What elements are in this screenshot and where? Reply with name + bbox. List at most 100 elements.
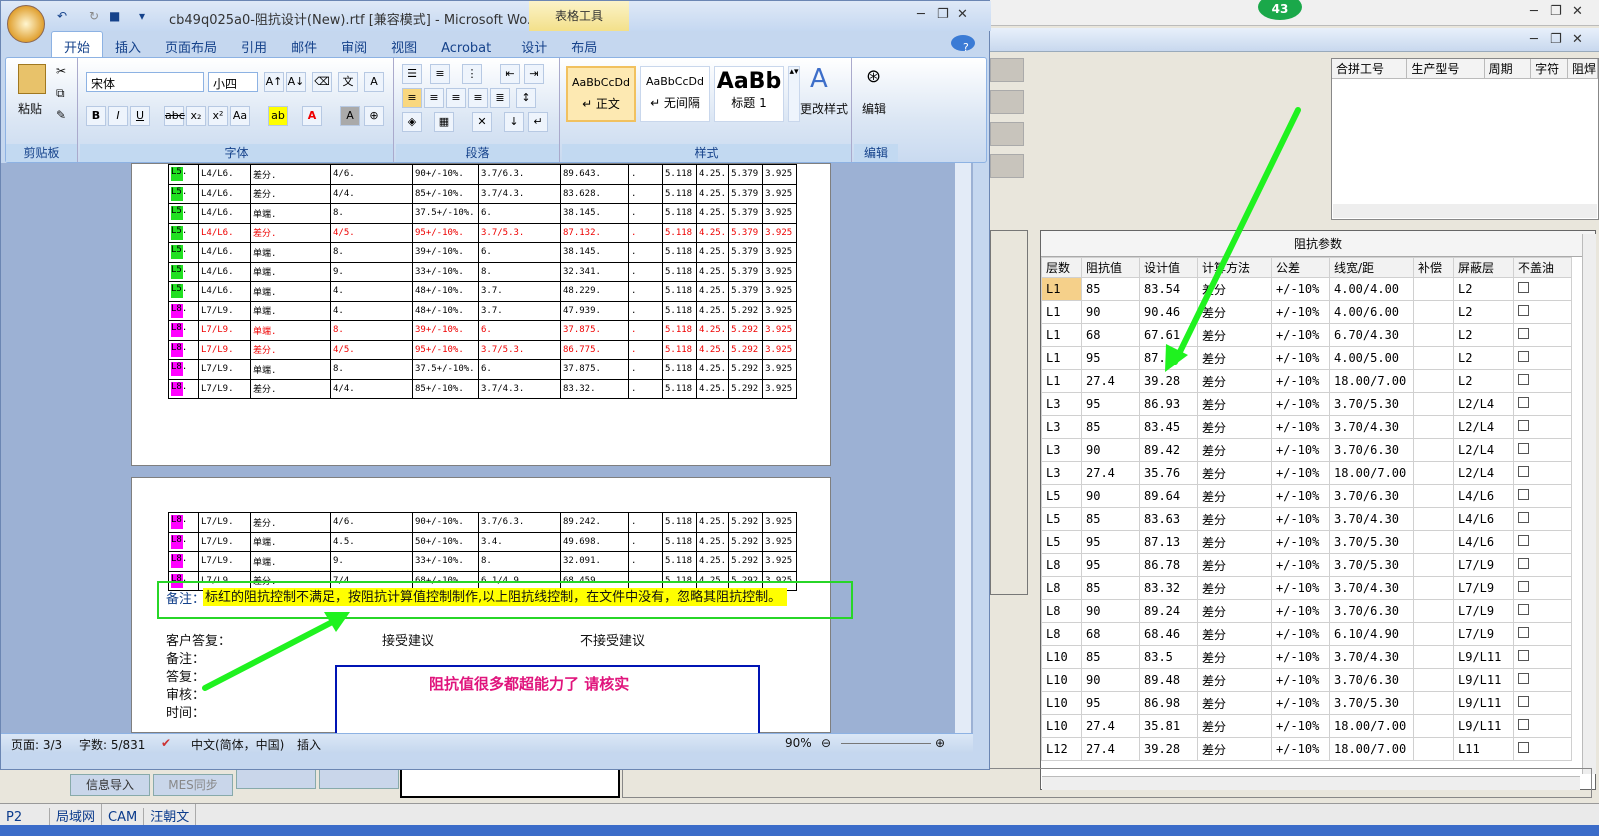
style-no-spacing[interactable]: AaBbCcDd ↵ 无间隔 [640,66,710,122]
table-cell[interactable]: 4.25. [695,203,730,224]
save-icon[interactable]: ■ [109,9,120,23]
table-cell[interactable]: 4.00/4.00 [1329,277,1414,301]
help-icon[interactable]: ? [951,35,975,54]
table-cell[interactable]: 4.25. [695,300,730,321]
table-cell[interactable]: 8. [478,551,561,572]
table-cell[interactable]: 8. [478,261,561,282]
table-cell[interactable]: L2 [1453,277,1514,301]
table-cell[interactable]: 3.7/5.3. [478,222,561,243]
borders-icon[interactable]: ▦ [434,112,454,132]
table-cell[interactable]: 83.63 [1139,507,1198,531]
table-cell[interactable]: L10 [1041,645,1082,669]
table-row[interactable]: L5. L4/L6. 差分. 4/5. 95+/-10%. 3.7/5.3. 87.132.… [168,222,798,243]
table-cell[interactable]: +/-10% [1271,438,1330,462]
word-count[interactable]: 字数: 5/831 [79,736,145,753]
justify-icon[interactable]: ≡ [468,88,488,108]
table-row[interactable]: L5. L4/L6. 单端. 8. 39+/-10%. 6. 38.145.. 5.118 4.… [168,242,798,263]
layer-cell[interactable]: L8. [168,300,199,321]
strikethrough-icon[interactable]: abc [164,106,185,126]
table-cell[interactable]: 3.925 [762,203,798,224]
table-cell[interactable]: 3.925 [762,261,798,282]
table-cell[interactable]: L7/L9. [198,378,251,399]
table-cell[interactable]: 单端. [250,359,331,380]
table-cell[interactable]: . [628,281,663,302]
table-cell[interactable]: 4/4. [330,378,413,399]
table-cell[interactable]: 差分. [250,378,331,399]
table-cell[interactable]: L2/L4 [1453,438,1514,462]
table-cell[interactable]: 单端. [250,242,331,263]
table-row[interactable]: L1 27.4 39.28 差分 +/-10% 18.00/7.00 L2 [1041,369,1572,393]
no-solder-mask-checkbox[interactable] [1518,627,1529,638]
table-cell[interactable]: +/-10% [1271,461,1330,485]
table-cell[interactable]: 35.76 [1139,461,1198,485]
table-cell[interactable]: 3.7. [478,281,561,302]
table-row[interactable]: L5. L4/L6. 单端. 8. 37.5+/-10%. 6. 38.145.. 5.118… [168,203,798,224]
column-header[interactable]: 屏蔽层 [1453,257,1514,278]
table-cell[interactable]: 37.875. [560,359,629,380]
mes-sync-button[interactable]: MES同步 [153,774,233,796]
table-cell[interactable]: 4.25. [695,512,730,533]
table-cell[interactable]: L5 [1041,507,1082,531]
table-cell[interactable]: 89.643. [560,164,629,185]
table-cell[interactable]: 85+/-10%. [412,183,479,204]
table-cell[interactable]: L1 [1041,369,1082,393]
table-cell[interactable]: 差分 [1197,553,1272,577]
table-cell[interactable]: 27.4 [1081,737,1140,761]
no-solder-mask-checkbox[interactable] [1518,535,1529,546]
table-cell[interactable]: 4.25. [695,531,730,552]
table-cell[interactable]: 6. [478,242,561,263]
table-cell[interactable]: 5.118 [662,378,697,399]
layer-cell[interactable]: L5. [168,183,199,204]
table-cell[interactable]: L9/L11 [1453,668,1514,692]
table-cell[interactable]: +/-10% [1271,300,1330,324]
table-cell[interactable]: 3.925 [762,359,798,380]
table-cell[interactable]: 90+/-10%. [412,512,479,533]
no-solder-mask-checkbox[interactable] [1518,512,1529,523]
table-cell[interactable] [1413,622,1454,646]
layer-cell[interactable]: L8. [168,378,199,399]
table-cell[interactable]: 5.292 [728,320,764,341]
table-cell[interactable]: 89.24 [1139,599,1198,623]
table-cell[interactable]: +/-10% [1271,599,1330,623]
table-cell[interactable]: 48.229. [560,281,629,302]
table-cell[interactable]: L4/L6 [1453,507,1514,531]
table-cell[interactable]: 85 [1081,576,1140,600]
table-cell[interactable]: 90 [1081,668,1140,692]
table-cell[interactable]: 4.00/5.00 [1329,346,1414,370]
vertical-scrollbar[interactable] [1582,234,1596,774]
distributed-icon[interactable]: ≣ [490,88,510,108]
table-cell[interactable]: L9/L11 [1453,714,1514,738]
table-cell[interactable]: . [628,551,663,572]
table-row[interactable]: L5 85 83.63 差分 +/-10% 3.70/4.30 L4/L6 [1041,507,1572,531]
table-cell[interactable]: 差分 [1197,622,1272,646]
change-styles-icon[interactable]: A [810,64,828,94]
table-cell[interactable] [1413,737,1454,761]
zoom-out-icon[interactable]: ⊖ [821,736,831,750]
table-cell[interactable]: 5.292 [728,339,764,360]
table-cell[interactable]: 90 [1081,438,1140,462]
table-cell[interactable]: 差分 [1197,323,1272,347]
layer-cell[interactable]: L8. [168,531,199,552]
font-name-select[interactable]: 宋体 [86,72,204,92]
table-cell[interactable]: L2/L4 [1453,461,1514,485]
close-icon[interactable]: ✕ [1572,4,1583,19]
grid-header[interactable]: 生产型号 [1407,59,1485,78]
table-cell[interactable]: L7/L9. [198,359,251,380]
table-cell[interactable]: 3.70/4.30 [1329,507,1414,531]
table-cell[interactable]: 90+/-10%. [412,164,479,185]
table-cell[interactable]: L5 [1041,484,1082,508]
table-cell[interactable]: L10 [1041,691,1082,715]
table-cell[interactable]: 差分 [1197,415,1272,439]
increase-indent-icon[interactable]: ⇥ [524,64,544,84]
table-cell[interactable]: 5.292 [728,512,764,533]
table-row[interactable]: L5. L4/L6. 差分. 4/4. 85+/-10%. 3.7/4.3. 83.628.… [168,183,798,204]
table-row[interactable]: L5 95 87.13 差分 +/-10% 3.70/5.30 L4/L6 [1041,530,1572,554]
table-cell[interactable]: 3.925 [762,222,798,243]
table-cell[interactable]: 87.56 [1139,346,1198,370]
horizontal-scrollbar[interactable] [1333,204,1597,218]
table-cell[interactable]: 差分 [1197,737,1272,761]
table-cell[interactable]: 85 [1081,507,1140,531]
accept-option[interactable]: 接受建议 [382,630,434,649]
table-cell[interactable]: 差分 [1197,392,1272,416]
table-cell[interactable]: L1 [1041,300,1082,324]
